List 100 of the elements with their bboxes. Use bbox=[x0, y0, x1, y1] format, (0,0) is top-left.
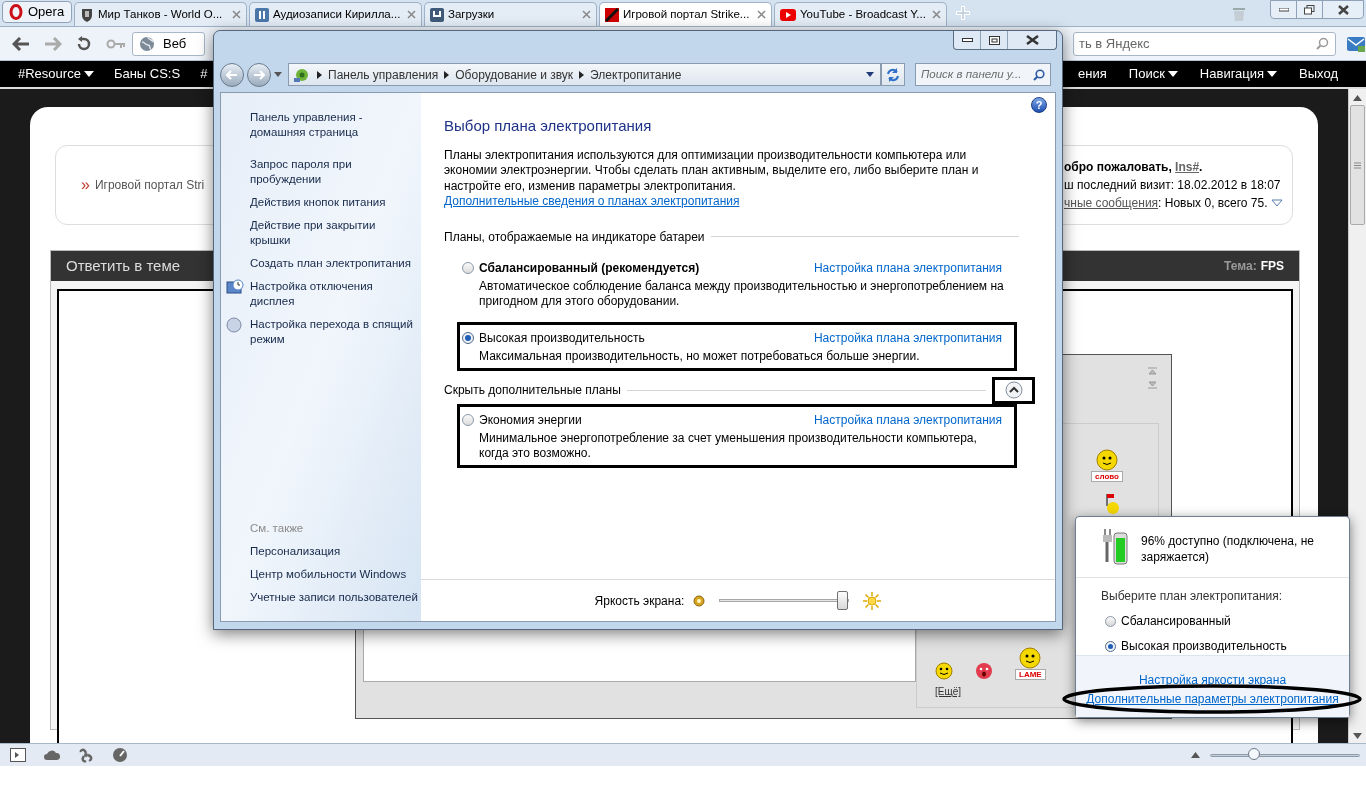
scroll-down-arrow-icon bbox=[1353, 733, 1362, 739]
search-icon bbox=[1033, 68, 1045, 81]
tab[interactable]: Мир Танков - World O... bbox=[74, 2, 247, 26]
plan-settings-link[interactable]: Настройка плана электропитания bbox=[813, 328, 1002, 347]
breadcrumb-item[interactable]: Оборудование и звук bbox=[455, 65, 574, 84]
task-link[interactable]: Действие при закрытии крышки bbox=[250, 218, 418, 248]
topic-value: FPS bbox=[1260, 258, 1284, 275]
download-icon bbox=[430, 7, 444, 22]
menu-button[interactable]: Opera bbox=[2, 1, 72, 23]
plan-choice-heading: Выберите план электропитания: bbox=[1101, 588, 1284, 605]
dropdown-triangle-icon[interactable] bbox=[1270, 199, 1283, 207]
radio-label: Сбалансированный bbox=[1121, 613, 1231, 630]
task-link[interactable]: Настройка отключения дисплея bbox=[250, 279, 418, 309]
breadcrumb-arrow-icon[interactable] bbox=[444, 70, 450, 79]
smiley-icon bbox=[1019, 647, 1042, 669]
scroll-up-icon[interactable] bbox=[1148, 367, 1157, 375]
forward-arrow-icon[interactable] bbox=[44, 36, 62, 51]
breadcrumb-item[interactable]: Электропитание bbox=[590, 65, 682, 84]
scroll-up-arrow-icon bbox=[1353, 95, 1362, 101]
scrollbar[interactable] bbox=[1348, 89, 1366, 743]
breadcrumb-arrow-icon[interactable] bbox=[579, 70, 585, 79]
breadcrumb-arrow-icon[interactable] bbox=[317, 70, 322, 79]
last-visit-text: ш последний визит: 18.02.2012 в 18:07 bbox=[1064, 177, 1282, 194]
history-caret-icon[interactable] bbox=[274, 72, 282, 77]
tab[interactable]: Аудиозаписи Кирилла... bbox=[249, 2, 422, 26]
close-icon[interactable] bbox=[582, 10, 591, 19]
task-link[interactable]: Настройка перехода в спящий режим bbox=[250, 317, 418, 347]
nav-link[interactable]: Выход bbox=[1299, 64, 1338, 84]
more-link[interactable]: [Ещё] bbox=[935, 684, 961, 699]
close-icon[interactable] bbox=[407, 10, 416, 19]
nav-link[interactable]: # bbox=[200, 64, 208, 84]
refresh-button[interactable] bbox=[881, 63, 905, 86]
task-link[interactable]: Запрос пароля при пробуждении bbox=[250, 157, 418, 187]
scrollbar-thumb[interactable] bbox=[1350, 105, 1365, 225]
tab[interactable]: Игровой портал Strike... bbox=[599, 2, 772, 26]
battery-status-text: 96% доступно (подключена, не заряжается) bbox=[1141, 533, 1315, 565]
close-icon[interactable] bbox=[932, 10, 941, 19]
task-link[interactable]: Панель управления - домашняя страница bbox=[250, 110, 418, 140]
radio-button[interactable] bbox=[462, 261, 474, 274]
back-button[interactable] bbox=[220, 62, 244, 87]
plan-description: Минимальное энергопотребление за счет уменьшения производительности компьютера, когда это возможно. bbox=[478, 430, 978, 461]
video-play-icon bbox=[780, 8, 796, 21]
pause-icon bbox=[255, 7, 269, 22]
task-link[interactable]: Создать план электропитания bbox=[250, 256, 418, 271]
close-icon[interactable] bbox=[757, 10, 766, 19]
portal-logo-icon bbox=[605, 7, 619, 22]
message-field[interactable] bbox=[363, 630, 916, 682]
plan-settings-link[interactable]: Настройка плана электропитания bbox=[813, 258, 1002, 277]
smiley-caption: слово bbox=[1091, 471, 1123, 482]
plan-name: Высокая производительность bbox=[479, 329, 645, 347]
search-field[interactable]: ть в Яндекс bbox=[1073, 31, 1336, 56]
gauge-icon[interactable] bbox=[112, 747, 128, 763]
search-field[interactable]: Поиск в панели у... bbox=[915, 63, 1051, 86]
nav-link[interactable]: Навигация bbox=[1199, 64, 1278, 84]
task-link[interactable]: Действия кнопок питания bbox=[250, 195, 418, 210]
cloud-icon[interactable] bbox=[44, 749, 60, 761]
zoom-slider-thumb[interactable] bbox=[1247, 748, 1260, 760]
plan-settings-link[interactable]: Настройка плана электропитания bbox=[813, 410, 1002, 429]
radio-button[interactable] bbox=[462, 331, 474, 344]
back-arrow-icon[interactable] bbox=[12, 36, 30, 51]
nav-link[interactable]: Поиск bbox=[1128, 64, 1178, 84]
minimize-icon bbox=[1278, 7, 1289, 12]
breadcrumb-link[interactable]: Игровой портал Stri bbox=[94, 176, 205, 194]
radio-button[interactable] bbox=[1105, 640, 1116, 652]
section-heading: Планы, отображаемые на индикаторе батареи bbox=[444, 228, 705, 246]
forward-button[interactable] bbox=[247, 62, 271, 87]
see-also-link[interactable]: Учетные записи пользователей bbox=[250, 590, 418, 605]
brightness-slider-thumb[interactable] bbox=[836, 590, 848, 610]
dropdown-caret-icon[interactable] bbox=[866, 72, 874, 77]
bright-sun-icon bbox=[863, 591, 882, 610]
tab[interactable]: Загрузки bbox=[424, 2, 597, 26]
globe-icon bbox=[139, 35, 155, 52]
nav-link[interactable]: #Resource bbox=[18, 64, 94, 84]
brightness-slider[interactable] bbox=[719, 590, 850, 611]
panel-toggle-icon[interactable] bbox=[10, 748, 26, 762]
nav-link[interactable]: Баны CS:S bbox=[113, 64, 181, 84]
nav-link[interactable]: ения bbox=[1078, 64, 1107, 84]
plan-name: Сбалансированный (рекомендуется) bbox=[479, 259, 700, 277]
battery-plug-icon bbox=[1101, 529, 1129, 565]
popup-link[interactable]: Настройка яркости экрана bbox=[1138, 672, 1287, 688]
reload-icon[interactable] bbox=[76, 35, 92, 52]
zoom-slider[interactable] bbox=[1210, 748, 1360, 762]
collapse-up-icon[interactable] bbox=[1191, 752, 1200, 758]
see-also-link[interactable]: Центр мобильности Windows bbox=[250, 567, 418, 582]
refresh-arrows-icon bbox=[886, 67, 900, 82]
see-also-link[interactable]: Персонализация bbox=[250, 544, 418, 559]
radio-button[interactable] bbox=[1105, 615, 1116, 627]
scroll-down-icon[interactable] bbox=[1148, 381, 1157, 389]
address-field[interactable]: Веб bbox=[132, 31, 205, 56]
breadcrumb-item[interactable]: Панель управления bbox=[328, 65, 439, 84]
address-bar[interactable]: Панель управления Оборудование и звук Электропитание bbox=[288, 63, 881, 86]
maximize-icon bbox=[988, 35, 1000, 45]
breadcrumb-separator: » bbox=[81, 175, 90, 195]
close-icon[interactable] bbox=[232, 10, 241, 19]
key-icon[interactable] bbox=[106, 38, 126, 49]
collapse-toggle[interactable] bbox=[992, 376, 1035, 404]
back-arrow-icon bbox=[226, 69, 238, 80]
radio-button[interactable] bbox=[462, 413, 474, 426]
tab[interactable]: YouTube - Broadcast Y... bbox=[774, 2, 947, 26]
more-info-link[interactable]: Дополнительные сведения о планах электропитания bbox=[444, 194, 740, 208]
